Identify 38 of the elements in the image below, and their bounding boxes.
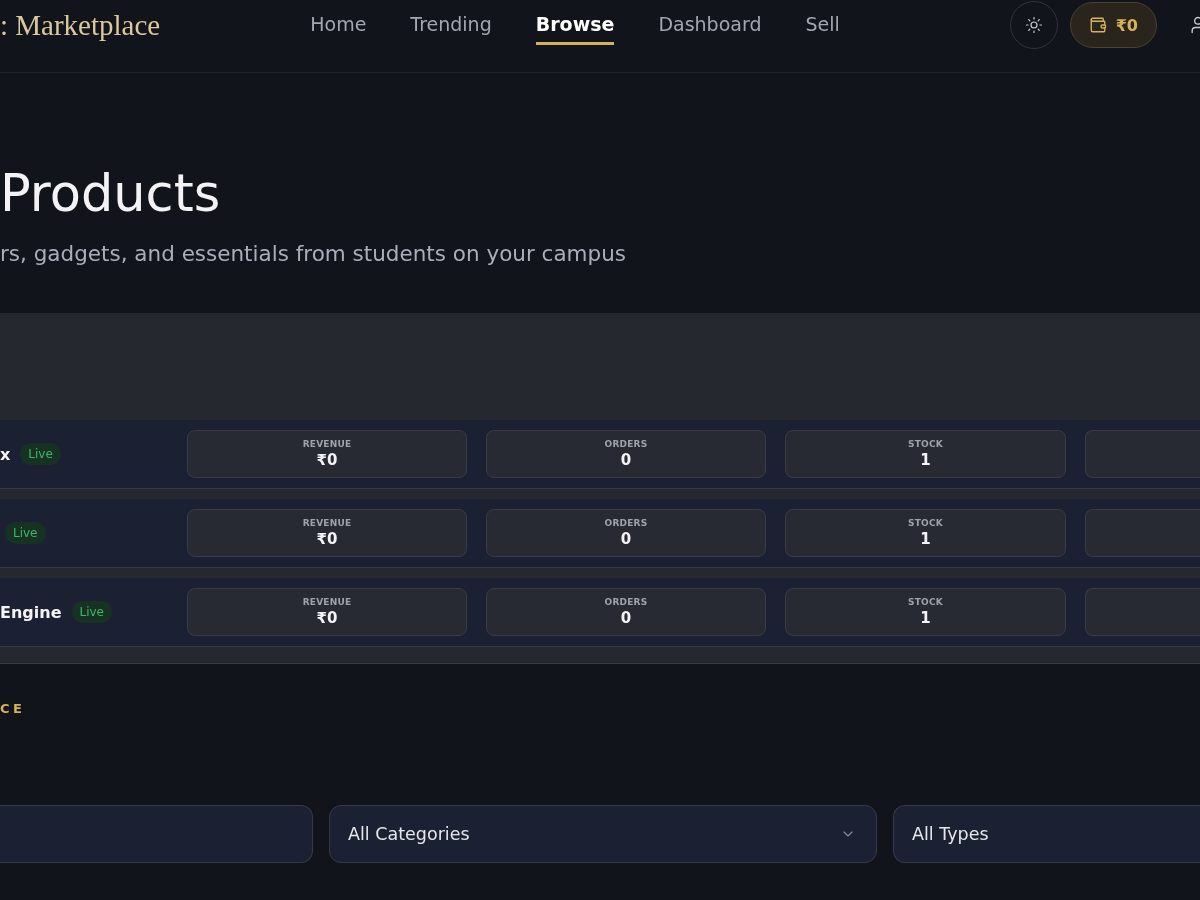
stat-value: 0 (620, 530, 632, 548)
stat-label: ORDERS (604, 597, 648, 607)
status-badge: Live (71, 601, 112, 623)
stat-value: 1 (920, 451, 931, 469)
nav-link[interactable]: Sell (805, 13, 840, 45)
stat-value: 1 (920, 609, 931, 627)
stat-value: ₹0 (316, 530, 338, 548)
stat-value: 1 (920, 530, 931, 548)
stat-label: REVENUE (302, 439, 352, 449)
listing-name: x (0, 444, 11, 464)
status-badge: Live (5, 522, 46, 544)
page-title: Products (0, 163, 222, 225)
nav-link[interactable]: Trending (410, 13, 492, 45)
wallet-icon (1088, 16, 1107, 34)
stat-value: ₹0 (316, 609, 338, 627)
stat-label: ORDERS (604, 439, 648, 449)
stat-label: STOCK (908, 439, 943, 449)
stat-value: 0 (620, 609, 632, 627)
page-subtitle: rs, gadgets, and essentials from students on your campus (0, 240, 627, 268)
stat-value: ₹0 (316, 451, 338, 469)
sun-icon (1024, 16, 1043, 34)
listing-name: Engine (0, 602, 62, 622)
site-logo[interactable]: : Marketplace (0, 0, 161, 50)
section-label: CE (0, 701, 27, 717)
type-select[interactable]: All Types (893, 805, 1200, 863)
nav-link[interactable]: Home (310, 13, 367, 45)
nav-link[interactable]: Dashboard (658, 13, 762, 45)
stat-label: REVENUE (302, 597, 352, 607)
stat-label: REVENUE (302, 518, 352, 528)
category-select[interactable]: All Categories (329, 805, 877, 863)
status-badge: Live (20, 443, 61, 465)
nav-link[interactable]: Browse (535, 13, 615, 45)
input-field[interactable] (0, 805, 313, 863)
stat-label: ORDERS (604, 518, 648, 528)
wallet-button[interactable]: ₹0 (1069, 2, 1157, 48)
stat-value: 0 (620, 451, 632, 469)
stat-label: STOCK (908, 518, 943, 528)
stat-label: STOCK (908, 597, 943, 607)
